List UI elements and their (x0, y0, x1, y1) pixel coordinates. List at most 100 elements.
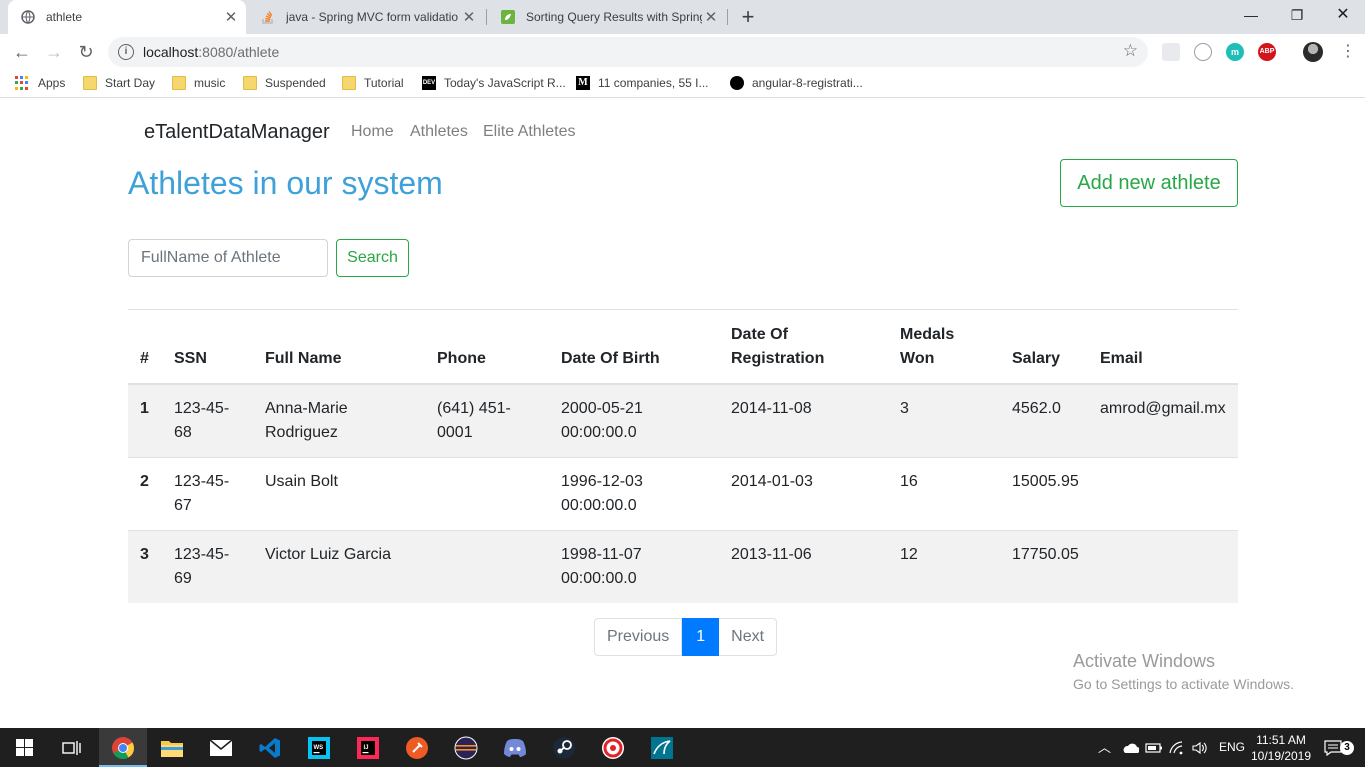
eclipse-icon[interactable] (442, 728, 490, 767)
pagination-next[interactable]: Next (719, 618, 778, 656)
cell-ssn: 123-45-69 (162, 529, 253, 603)
bookmark-github[interactable]: angular-8-registrati... (730, 76, 863, 90)
add-athlete-button[interactable]: Add new athlete (1060, 159, 1238, 207)
cell-email (1088, 529, 1238, 603)
vscode-icon[interactable] (246, 728, 294, 767)
cell-number: 1 (128, 383, 162, 457)
close-window-button[interactable]: ✕ (1320, 0, 1365, 30)
extension-camera-icon[interactable] (1194, 43, 1212, 61)
bookmark-suspended[interactable]: Suspended (243, 76, 326, 90)
new-tab-button[interactable]: + (738, 4, 758, 30)
tray-chevron-up-icon[interactable]: ︿ (1098, 728, 1111, 767)
tab-spring[interactable]: Sorting Query Results with Spring ✕ (488, 0, 726, 34)
extension-m-icon[interactable]: m (1226, 43, 1244, 61)
col-header-date-of-registration: Date Of Registration (719, 309, 888, 385)
minimize-button[interactable]: — (1228, 0, 1274, 30)
back-icon[interactable]: ← (10, 40, 34, 64)
apps-grid-icon (15, 76, 29, 90)
cell-full-name: Anna-Marie Rodriguez (253, 383, 425, 457)
search-button[interactable]: Search (336, 239, 409, 277)
bookmarks-bar: Apps Start Day music Suspended Tutorial … (0, 70, 1365, 98)
close-tab-icon[interactable]: ✕ (702, 8, 720, 26)
tab-title: athlete (46, 10, 83, 24)
restore-button[interactable]: ❐ (1274, 0, 1320, 30)
cell-date-of-birth: 2000-05-21 00:00:00.0 (549, 383, 719, 457)
language-indicator[interactable]: ENG (1219, 728, 1245, 767)
url-text[interactable]: localhost:8080/athlete (143, 44, 279, 60)
search-input[interactable] (129, 240, 327, 276)
task-view-icon[interactable] (48, 728, 96, 767)
discord-icon[interactable] (491, 728, 539, 767)
cell-date-of-birth: 1996-12-03 00:00:00.0 (549, 456, 719, 530)
bookmark-music[interactable]: music (172, 76, 225, 90)
system-clock[interactable]: 11:51 AM 10/19/2019 (1248, 732, 1314, 764)
cell-ssn: 123-45-68 (162, 383, 253, 457)
chrome-icon[interactable] (99, 728, 147, 767)
pagination-page-1[interactable]: 1 (682, 618, 720, 656)
clock-time: 11:51 AM (1256, 733, 1306, 747)
steam-icon[interactable] (540, 728, 588, 767)
onedrive-icon[interactable] (1121, 728, 1140, 767)
app-brand[interactable]: eTalentDataManager (144, 121, 330, 144)
watermark-subtitle: Go to Settings to activate Windows. (1073, 676, 1294, 692)
menu-kebab-icon[interactable]: ⋮ (1340, 42, 1356, 62)
nav-home[interactable]: Home (351, 123, 394, 141)
col-header-number: # (128, 309, 162, 385)
pagination-previous[interactable]: Previous (594, 618, 683, 656)
volume-icon[interactable] (1192, 728, 1208, 767)
webstorm-icon[interactable]: WS (295, 728, 343, 767)
cell-medals-won: 16 (888, 456, 1000, 530)
tab-athlete[interactable]: athlete ✕ (8, 0, 246, 34)
cell-full-name: Victor Luiz Garcia (253, 529, 425, 603)
search-field[interactable] (128, 239, 328, 277)
postman-icon[interactable] (393, 728, 441, 767)
table-row: 2 123-45-67 Usain Bolt 1996-12-03 00:00:… (128, 456, 1238, 530)
medium-icon: M (576, 76, 590, 90)
battery-icon[interactable] (1145, 728, 1163, 767)
extension-blank-icon[interactable] (1162, 43, 1180, 61)
close-tab-icon[interactable]: ✕ (460, 8, 478, 26)
windows-taskbar: WS IJ ︿ ENG 11:51 AM 10/19/2019 3 (0, 728, 1365, 767)
url-path: :8080/athlete (198, 44, 280, 60)
cell-ssn: 123-45-67 (162, 456, 253, 530)
notification-count-badge: 3 (1340, 741, 1354, 755)
cell-salary: 15005.95 (1000, 456, 1088, 530)
nav-elite-athletes[interactable]: Elite Athletes (483, 123, 576, 141)
forward-icon[interactable]: → (42, 40, 66, 64)
web-page: eTalentDataManager Home Athletes Elite A… (0, 103, 1365, 728)
bookmark-label: Suspended (265, 76, 326, 90)
close-tab-icon[interactable]: ✕ (222, 8, 240, 26)
bookmark-dev[interactable]: DEV Today's JavaScript R... (422, 76, 566, 90)
cell-phone (425, 456, 549, 530)
mysql-workbench-icon[interactable] (638, 728, 686, 767)
bookmark-label: Today's JavaScript R... (444, 76, 566, 90)
folder-icon (172, 76, 186, 90)
cell-salary: 17750.05 (1000, 529, 1088, 603)
col-header-phone: Phone (425, 309, 549, 385)
address-bar[interactable]: i localhost:8080/athlete ☆ (108, 37, 1148, 67)
adblock-plus-icon[interactable]: ABP (1258, 43, 1276, 61)
mail-icon[interactable] (197, 728, 245, 767)
file-explorer-icon[interactable] (148, 728, 196, 767)
reload-icon[interactable]: ↻ (74, 40, 98, 64)
tab-stackoverflow[interactable]: java - Spring MVC form validatio ✕ (248, 0, 484, 34)
windows-start-icon[interactable] (0, 728, 48, 767)
cell-medals-won: 12 (888, 529, 1000, 603)
bookmark-tutorial[interactable]: Tutorial (342, 76, 404, 90)
opera-browser-icon[interactable] (589, 728, 637, 767)
bookmark-label: music (194, 76, 226, 90)
intellij-icon[interactable]: IJ (344, 728, 392, 767)
cell-medals-won: 3 (888, 383, 1000, 457)
cell-salary: 4562.0 (1000, 383, 1088, 457)
bookmark-apps[interactable]: Apps (15, 76, 65, 90)
info-icon[interactable]: i (118, 44, 134, 60)
col-header-date-of-birth: Date Of Birth (549, 309, 719, 385)
bookmark-medium[interactable]: M 11 companies, 55 I... (576, 76, 709, 90)
bookmark-start-day[interactable]: Start Day (83, 76, 155, 90)
wifi-icon[interactable] (1169, 728, 1185, 767)
profile-avatar[interactable] (1303, 42, 1323, 62)
cell-number: 3 (128, 529, 162, 603)
bookmark-star-icon[interactable]: ☆ (1123, 41, 1138, 61)
nav-athletes[interactable]: Athletes (410, 123, 468, 141)
spring-icon (500, 9, 516, 25)
